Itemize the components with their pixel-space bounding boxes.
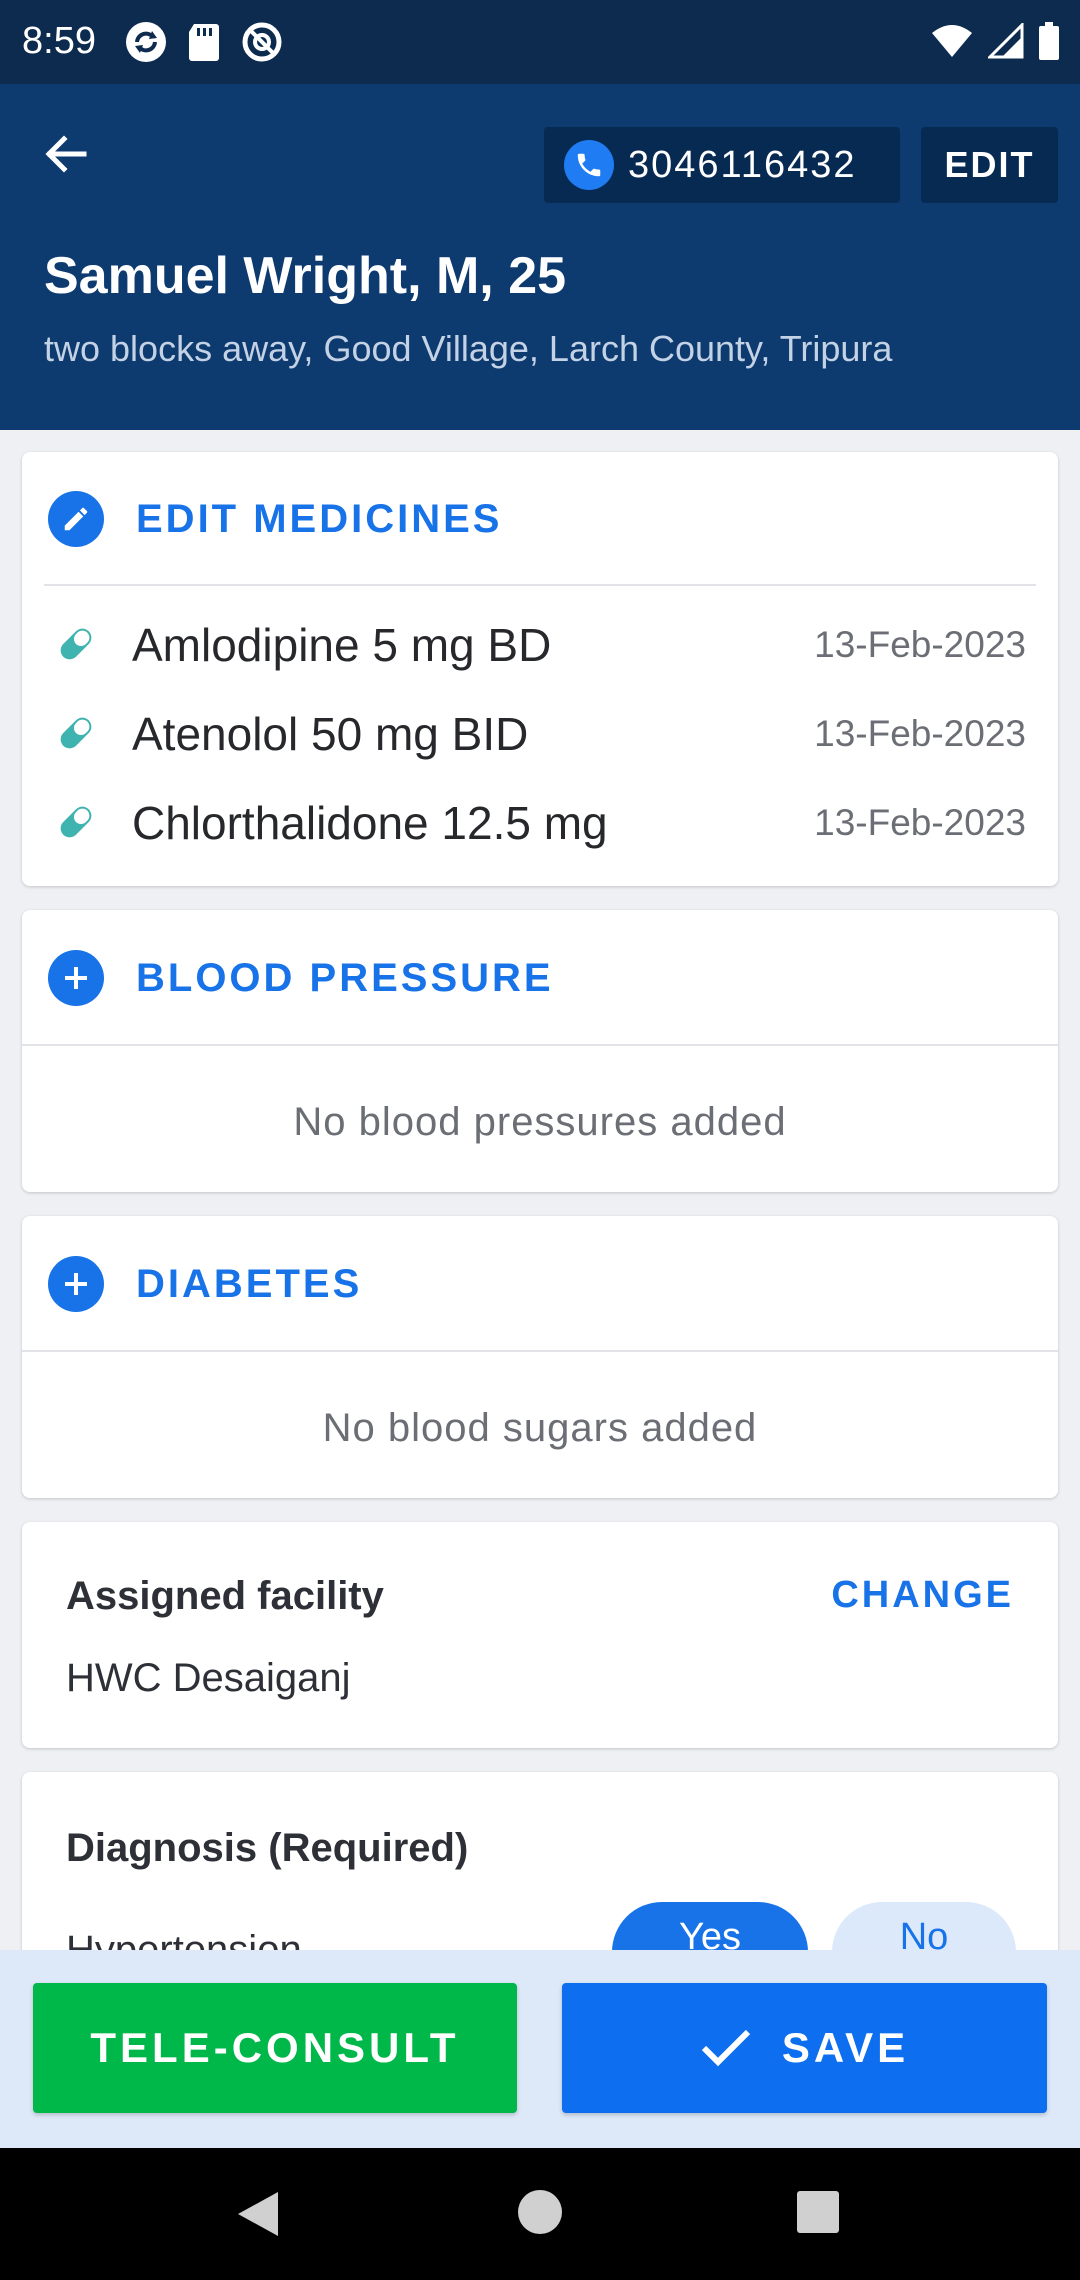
- battery-icon: [1039, 22, 1059, 60]
- nav-recents-icon[interactable]: [797, 2191, 839, 2233]
- edit-medicines-button[interactable]: EDIT MEDICINES: [22, 452, 1058, 586]
- diabetes-card: DIABETES No blood sugars added: [22, 1216, 1058, 1498]
- status-time: 8:59: [22, 20, 96, 62]
- phone-icon: [564, 140, 614, 190]
- bp-divider: [22, 1044, 1058, 1046]
- diabetes-empty-text: No blood sugars added: [322, 1406, 758, 1450]
- medicines-divider: [44, 584, 1036, 586]
- tele-consult-button[interactable]: TELE-CONSULT: [33, 1983, 517, 2113]
- change-facility-button[interactable]: CHANGE: [831, 1574, 1014, 1617]
- back-button[interactable]: [36, 124, 96, 184]
- pill-icon: [60, 628, 92, 660]
- tele-consult-label: TELE-CONSULT: [90, 2024, 460, 2071]
- medicine-row: Chlorthalidone 12.5 mg 13-Feb-2023: [22, 782, 1058, 862]
- medicine-date: 13-Feb-2023: [814, 713, 1026, 754]
- diagnosis-label: Diagnosis (Required): [66, 1826, 469, 1870]
- assigned-facility-card: Assigned facility CHANGE HWC Desaiganj: [22, 1522, 1058, 1748]
- status-bar: 8:59: [0, 0, 1080, 84]
- status-left-icons: [124, 20, 284, 64]
- save-button[interactable]: SAVE: [562, 1983, 1047, 2113]
- medicine-row: Amlodipine 5 mg BD 13-Feb-2023: [22, 604, 1058, 684]
- add-blood-pressure-button[interactable]: BLOOD PRESSURE: [22, 910, 1058, 1046]
- pencil-icon: [48, 491, 104, 547]
- system-navigation-bar: [0, 2148, 1080, 2280]
- medicine-name: Chlorthalidone 12.5 mg: [132, 797, 608, 849]
- medicine-date: 13-Feb-2023: [814, 624, 1026, 665]
- phone-number: 3046116432: [628, 143, 857, 186]
- arrow-left-icon: [45, 135, 87, 173]
- bottom-action-bar: TELE-CONSULT SAVE: [0, 1950, 1080, 2148]
- sync-icon: [126, 22, 166, 62]
- call-patient-button[interactable]: 3046116432: [544, 127, 900, 203]
- status-right-icons: [930, 22, 1060, 60]
- nav-home-icon[interactable]: [518, 2190, 562, 2234]
- add-blood-sugar-button[interactable]: DIABETES: [22, 1216, 1058, 1352]
- patient-name: Samuel Wright, M, 25: [44, 247, 567, 305]
- medicine-date: 13-Feb-2023: [814, 802, 1026, 843]
- medicine-row: Atenolol 50 mg BID 13-Feb-2023: [22, 693, 1058, 773]
- medicines-title: EDIT MEDICINES: [136, 496, 503, 541]
- patient-address: two blocks away, Good Village, Larch Cou…: [44, 328, 893, 369]
- medicine-name: Atenolol 50 mg BID: [132, 708, 529, 760]
- plus-icon: [48, 1256, 104, 1312]
- diabetes-title: DIABETES: [136, 1261, 363, 1306]
- blood-pressure-title: BLOOD PRESSURE: [136, 955, 554, 1000]
- bp-empty-text: No blood pressures added: [293, 1100, 787, 1144]
- medicines-card: EDIT MEDICINES Amlodipine 5 mg BD 13-Feb…: [22, 452, 1058, 886]
- assigned-facility-value: HWC Desaiganj: [66, 1656, 351, 1700]
- assigned-facility-label: Assigned facility: [66, 1574, 384, 1618]
- nav-back-icon[interactable]: [236, 2190, 280, 2238]
- medicine-name: Amlodipine 5 mg BD: [132, 619, 552, 671]
- pill-icon: [60, 806, 92, 838]
- save-label: SAVE: [781, 2024, 910, 2071]
- blood-pressure-card: BLOOD PRESSURE No blood pressures added: [22, 910, 1058, 1192]
- pill-icon: [60, 717, 92, 749]
- signal-icon: [988, 23, 1024, 59]
- patient-header: 3046116432 EDIT Samuel Wright, M, 25 two…: [0, 84, 1080, 430]
- wifi-icon: [932, 25, 972, 57]
- checkmark-icon: [701, 2029, 750, 2067]
- edit-patient-button[interactable]: EDIT: [921, 127, 1058, 203]
- sd-card-icon: [189, 24, 219, 61]
- diabetes-divider: [22, 1350, 1058, 1352]
- plus-icon: [48, 950, 104, 1006]
- at-sign-icon: [242, 22, 282, 62]
